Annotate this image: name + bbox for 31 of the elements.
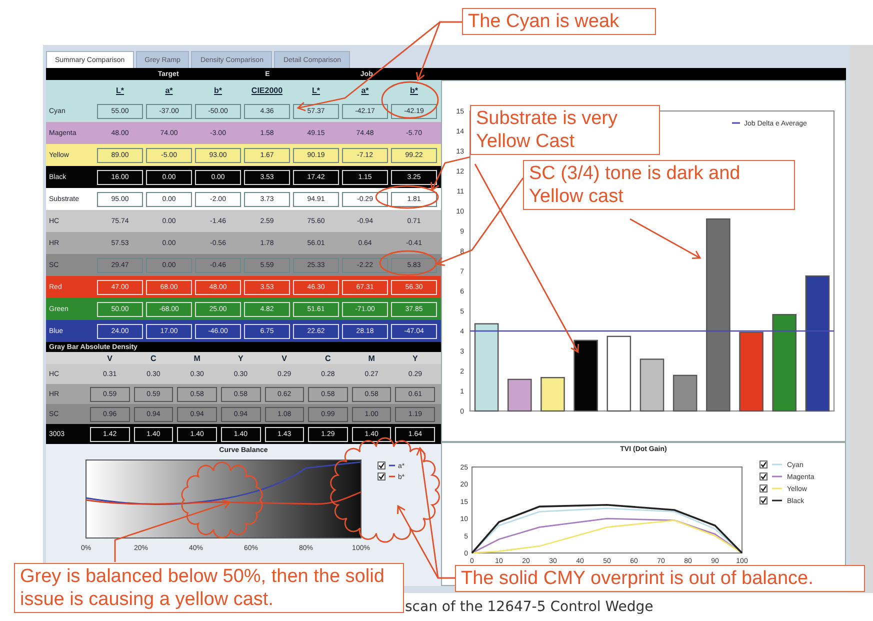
column-heading: a* [360,86,370,94]
checkbox[interactable] [760,496,768,504]
column-heading: CIE2000 [250,86,284,94]
column-heading: L* [311,86,321,94]
column-heading: Y [237,354,244,362]
callout-note: SC (3/4) tone is dark and Yellow cast [523,160,795,210]
column-heading: L* [115,86,125,94]
column-heading: C [324,354,332,362]
callout-note: Grey is balanced below 50%, then the solid issue is causing a yellow cast. [14,563,404,613]
checkbox[interactable] [760,460,768,468]
checkbox[interactable] [378,472,386,480]
highlight-circle [381,81,439,119]
column-heading: V [106,354,114,362]
column-heading: M [367,354,376,362]
column-heading: V [280,354,288,362]
column-heading: C [150,354,158,362]
callout-note: Substrate is very Yellow Cast [470,105,660,155]
checkbox[interactable] [760,484,768,492]
leader-line [630,218,702,259]
callout-note: The solid CMY overprint is out of balance. [455,565,865,592]
highlight-circle [379,250,437,276]
column-heading: b* [213,86,223,94]
column-heading: b* [409,86,419,94]
callout-note: The Cyan is weak [462,8,656,35]
column-heading: Y [412,354,419,362]
checkbox[interactable] [760,472,768,480]
column-heading: a* [164,86,174,94]
caption: scan of the 12647-5 Control Wedge [405,599,654,615]
highlight-circle [375,185,439,209]
checkbox[interactable] [378,462,386,470]
column-heading: M [192,354,202,362]
